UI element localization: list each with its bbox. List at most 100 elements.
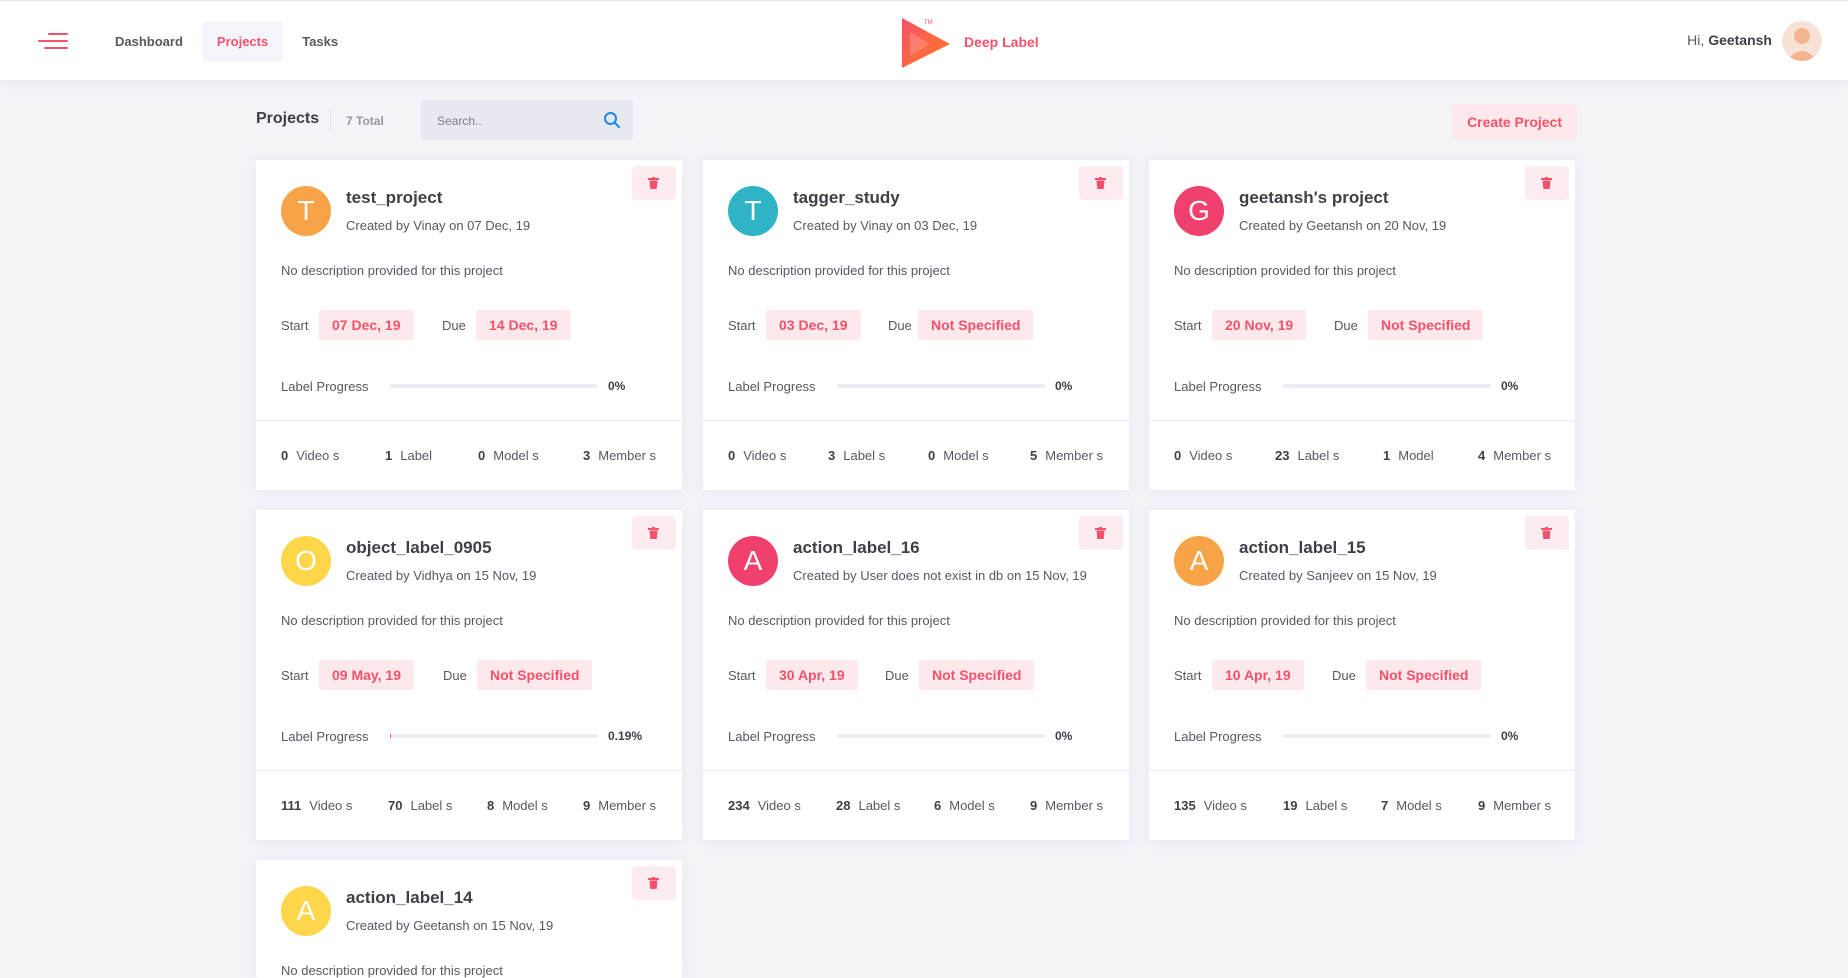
project-created-by: Created by Sanjeev on 15 Nov, 19 [1239, 568, 1437, 583]
project-created-by: Created by Geetansh on 15 Nov, 19 [346, 918, 554, 933]
stat-labels: 28 Label s [836, 798, 901, 813]
top-header: Dashboard Projects Tasks TM Deep Label H… [0, 0, 1848, 80]
brand-logo[interactable]: TM Deep Label [900, 15, 1039, 69]
project-avatar: G [1174, 186, 1224, 236]
progress-value: 0% [608, 379, 626, 393]
stat-members: 9 Member s [1478, 798, 1552, 813]
card-divider [1149, 770, 1575, 771]
delete-project-button[interactable] [632, 166, 676, 200]
nav-projects[interactable]: Projects [201, 22, 284, 62]
brand-name: Deep Label [964, 34, 1039, 50]
project-description: No description provided for this project [281, 963, 503, 978]
project-card[interactable]: G geetansh's project Created by Geetansh… [1149, 160, 1575, 490]
start-date: 07 Dec, 19 [319, 310, 414, 340]
stat-models: 0 Model s [928, 448, 989, 463]
progress-bar [837, 734, 1045, 738]
progress-bar [837, 384, 1045, 388]
progress-bar [390, 384, 598, 388]
card-divider [256, 770, 682, 771]
project-card[interactable]: A action_label_16 Created by User does n… [703, 510, 1129, 840]
user-avatar[interactable] [1782, 21, 1822, 61]
nav-dashboard[interactable]: Dashboard [100, 22, 198, 62]
nav-tasks[interactable]: Tasks [287, 22, 353, 62]
trash-icon [1541, 527, 1552, 539]
project-name[interactable]: action_label_14 [346, 888, 473, 908]
start-date: 09 May, 19 [319, 660, 415, 690]
card-divider [703, 420, 1129, 421]
due-label: Due [443, 668, 467, 683]
project-description: No description provided for this project [1174, 263, 1396, 278]
due-date: 14 Dec, 19 [476, 310, 571, 340]
stat-labels: 70 Label s [388, 798, 453, 813]
project-created-by: Created by Vinay on 07 Dec, 19 [346, 218, 531, 233]
stat-models: 8 Model s [487, 798, 548, 813]
stat-members: 3 Member s [583, 448, 657, 463]
project-stats: 111 Video s 70 Label s 8 Model s 9 Member s [281, 798, 657, 814]
delete-project-button[interactable] [1079, 516, 1123, 550]
project-description: No description provided for this project [281, 263, 503, 278]
svg-text:TM: TM [924, 20, 933, 26]
delete-project-button[interactable] [1079, 166, 1123, 200]
delete-project-button[interactable] [1525, 166, 1569, 200]
user-greeting: Hi, Geetansh [1687, 32, 1772, 48]
project-card[interactable]: O object_label_0905 Created by Vidhya on… [256, 510, 682, 840]
menu-toggle-icon[interactable] [36, 31, 68, 51]
project-stats: 135 Video s 19 Label s 7 Model s 9 Member s [1174, 798, 1552, 814]
project-stats: 0 Video s 3 Label s 0 Model s 5 Member s [728, 448, 1104, 464]
search-box [421, 100, 633, 142]
project-name[interactable]: action_label_16 [793, 538, 920, 558]
project-stats: 0 Video s 1 Label 0 Model s 3 Member s [281, 448, 657, 464]
project-description: No description provided for this project [728, 263, 950, 278]
project-created-by: Created by Vinay on 03 Dec, 19 [793, 218, 978, 233]
progress-value: 0% [1501, 379, 1519, 393]
start-date: 10 Apr, 19 [1212, 660, 1304, 690]
project-stats: 234 Video s 28 Label s 6 Model s 9 Member s [728, 798, 1104, 814]
project-name[interactable]: tagger_study [793, 188, 900, 208]
progress-value: 0% [1055, 379, 1073, 393]
search-icon[interactable] [603, 111, 621, 129]
trash-icon [1095, 177, 1106, 189]
project-name[interactable]: geetansh's project [1239, 188, 1389, 208]
start-date: 03 Dec, 19 [766, 310, 861, 340]
due-date: Not Specified [1368, 310, 1484, 340]
search-input[interactable] [435, 100, 589, 142]
progress-label: Label Progress [728, 729, 816, 744]
project-name[interactable]: test_project [346, 188, 442, 208]
project-avatar: T [728, 186, 778, 236]
project-avatar: A [728, 536, 778, 586]
create-project-button[interactable]: Create Project [1452, 104, 1577, 140]
due-label: Due [1334, 318, 1358, 333]
project-name[interactable]: object_label_0905 [346, 538, 492, 558]
project-card[interactable]: A action_label_14 Created by Geetansh on… [256, 860, 682, 978]
start-label: Start [728, 318, 756, 333]
project-card[interactable]: A action_label_15 Created by Sanjeev on … [1149, 510, 1575, 840]
stat-videos: 111 Video s [281, 798, 353, 813]
project-description: No description provided for this project [728, 613, 950, 628]
play-logo-icon: TM [902, 18, 950, 68]
main-nav: Dashboard Projects Tasks [100, 22, 353, 62]
progress-label: Label Progress [1174, 379, 1262, 394]
stat-models: 1 Model [1383, 448, 1434, 463]
delete-project-button[interactable] [632, 516, 676, 550]
stat-videos: 135 Video s [1174, 798, 1247, 813]
project-avatar: A [1174, 536, 1224, 586]
delete-project-button[interactable] [632, 866, 676, 900]
project-created-by: Created by User does not exist in db on … [793, 568, 1087, 583]
card-divider [1149, 420, 1575, 421]
stat-videos: 0 Video s [281, 448, 340, 463]
progress-value: 0% [1055, 729, 1073, 743]
project-avatar: T [281, 186, 331, 236]
delete-project-button[interactable] [1525, 516, 1569, 550]
progress-value: 0.19% [608, 729, 643, 743]
progress-label: Label Progress [1174, 729, 1262, 744]
start-label: Start [1174, 668, 1202, 683]
trash-icon [1541, 177, 1552, 189]
stat-labels: 3 Label s [828, 448, 886, 463]
stat-members: 9 Member s [1030, 798, 1104, 813]
project-name[interactable]: action_label_15 [1239, 538, 1366, 558]
stat-members: 4 Member s [1478, 448, 1552, 463]
due-date: Not Specified [919, 660, 1035, 690]
start-label: Start [281, 668, 309, 683]
project-card[interactable]: T tagger_study Created by Vinay on 03 De… [703, 160, 1129, 490]
project-card[interactable]: T test_project Created by Vinay on 07 De… [256, 160, 682, 490]
